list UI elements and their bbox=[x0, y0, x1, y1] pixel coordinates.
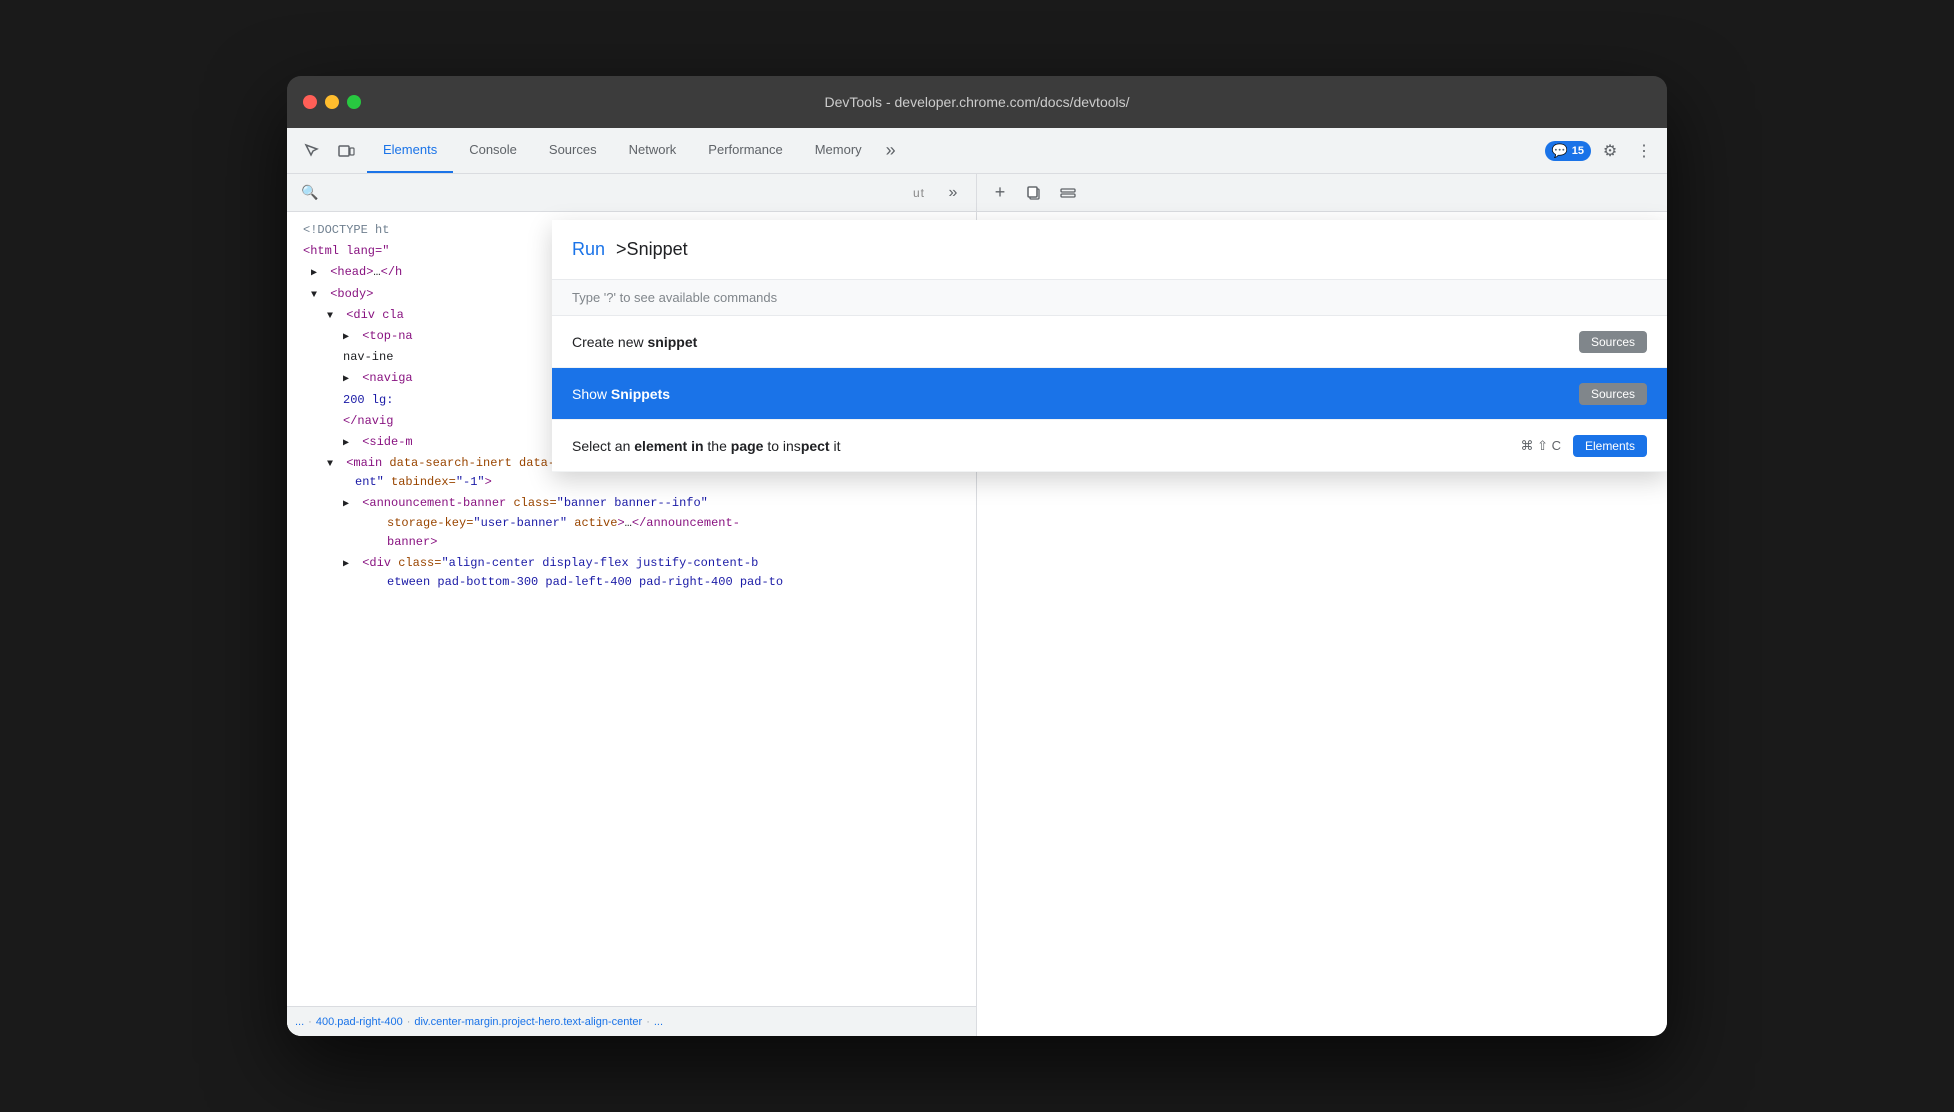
command-item-select-element-badge: Elements bbox=[1573, 435, 1647, 457]
command-arrow bbox=[609, 239, 614, 260]
styles-copy-icon[interactable] bbox=[1019, 178, 1049, 208]
command-input-field[interactable] bbox=[616, 239, 1647, 260]
issues-badge-icon: 💬 bbox=[1552, 143, 1568, 159]
elements-toolbar-more[interactable]: ut bbox=[904, 178, 934, 208]
tab-console[interactable]: Console bbox=[453, 128, 533, 173]
minimize-button[interactable] bbox=[325, 95, 339, 109]
tab-sources[interactable]: Sources bbox=[533, 128, 613, 173]
breadcrumb-ellipsis[interactable]: ... bbox=[295, 1016, 304, 1028]
maximize-button[interactable] bbox=[347, 95, 361, 109]
device-toolbar-icon[interactable] bbox=[331, 136, 361, 166]
command-item-show-snippets-badge: Sources bbox=[1579, 383, 1647, 405]
devtools-panel: Elements Console Sources Network Perform… bbox=[287, 128, 1667, 1036]
breadcrumb-end[interactable]: ... bbox=[654, 1016, 663, 1028]
issues-badge[interactable]: 💬 15 bbox=[1545, 141, 1591, 161]
styles-layout-icon[interactable] bbox=[1053, 178, 1083, 208]
more-options-button[interactable]: ⋮ bbox=[1629, 136, 1659, 166]
inspect-element-icon[interactable] bbox=[297, 136, 327, 166]
settings-button[interactable]: ⚙ bbox=[1595, 136, 1625, 166]
tab-bar-left-icons bbox=[291, 128, 367, 173]
styles-toolbar: + bbox=[977, 174, 1667, 212]
title-bar: DevTools - developer.chrome.com/docs/dev… bbox=[287, 76, 1667, 128]
devtools-window: DevTools - developer.chrome.com/docs/dev… bbox=[287, 76, 1667, 1036]
traffic-lights bbox=[303, 95, 361, 109]
breadcrumb-div[interactable]: div.center-margin.project-hero.text-alig… bbox=[414, 1016, 642, 1028]
breadcrumb-bar: ... · 400.pad-right-400 · div.center-mar… bbox=[287, 1006, 976, 1036]
command-item-show-snippets[interactable]: Show Snippets Sources bbox=[552, 368, 1667, 420]
styles-add-icon[interactable]: + bbox=[985, 178, 1015, 208]
command-item-show-snippets-text: Show Snippets bbox=[572, 386, 1579, 402]
tab-bar-right: 💬 15 ⚙ ⋮ bbox=[1545, 128, 1667, 173]
tab-network[interactable]: Network bbox=[613, 128, 693, 173]
html-announcement-line: ▶ <announcement-banner class="banner ban… bbox=[287, 493, 976, 553]
tab-more-button[interactable]: » bbox=[878, 128, 904, 173]
elements-more-icon[interactable]: » bbox=[938, 178, 968, 208]
window-title: DevTools - developer.chrome.com/docs/dev… bbox=[824, 94, 1129, 110]
tab-bar: Elements Console Sources Network Perform… bbox=[287, 128, 1667, 174]
command-run-label: Run bbox=[572, 239, 605, 260]
close-button[interactable] bbox=[303, 95, 317, 109]
tab-performance[interactable]: Performance bbox=[692, 128, 798, 173]
command-palette: Run Type '?' to see available commands C… bbox=[552, 220, 1667, 472]
elements-toolbar: 🔍 ut » bbox=[287, 174, 976, 212]
command-item-select-shortcut: ⌘ ⇧ C bbox=[1520, 438, 1561, 454]
command-item-create-snippet[interactable]: Create new snippet Sources bbox=[552, 316, 1667, 368]
command-hint: Type '?' to see available commands bbox=[552, 280, 1667, 316]
command-item-create-snippet-text: Create new snippet bbox=[572, 334, 1579, 350]
main-content: 🔍 ut » <!DOCTYPE ht <html lang=" ▶ <head… bbox=[287, 174, 1667, 1036]
command-input-row: Run bbox=[552, 220, 1667, 280]
breadcrumb-pad[interactable]: 400.pad-right-400 bbox=[316, 1016, 403, 1028]
tab-memory[interactable]: Memory bbox=[799, 128, 878, 173]
command-item-select-element[interactable]: Select an element in the page to inspect… bbox=[552, 420, 1667, 472]
command-item-create-snippet-badge: Sources bbox=[1579, 331, 1647, 353]
elements-search-icon[interactable]: 🔍 bbox=[295, 178, 325, 208]
command-item-select-element-text: Select an element in the page to inspect… bbox=[572, 438, 1520, 454]
tab-elements[interactable]: Elements bbox=[367, 128, 453, 173]
html-div-align-line: ▶ <div class="align-center display-flex … bbox=[287, 553, 976, 593]
